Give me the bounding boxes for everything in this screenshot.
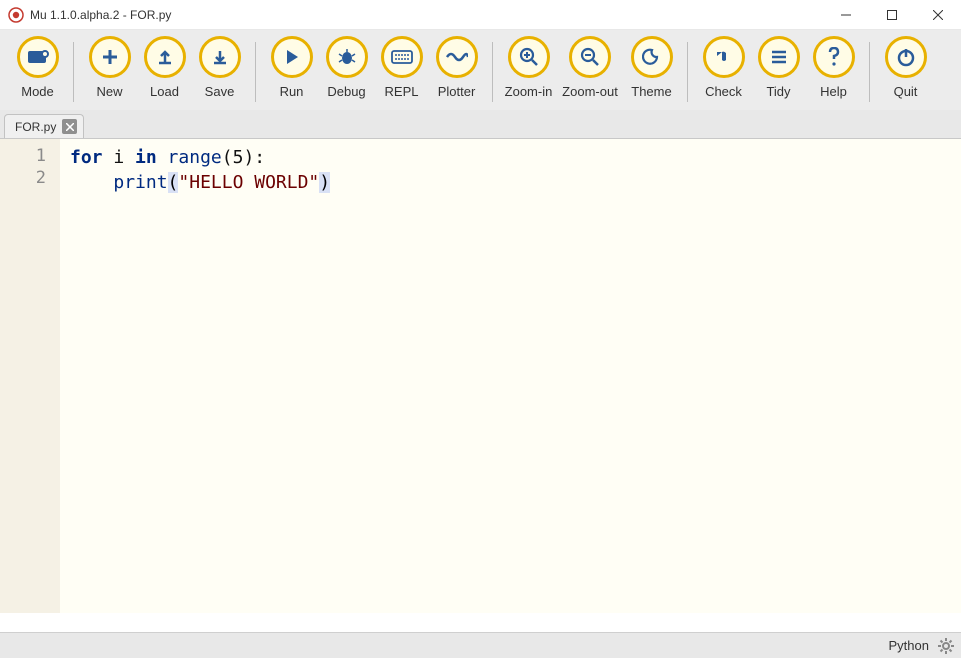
zoom-in-button[interactable]: Zoom-in [501, 36, 556, 99]
code-line: print("HELLO WORLD") [70, 170, 961, 195]
app-icon [8, 7, 24, 23]
plotter-button[interactable]: Plotter [429, 36, 484, 99]
theme-button[interactable]: Theme [624, 36, 679, 99]
file-tab[interactable]: FOR.py [4, 114, 84, 138]
line-number: 1 [0, 145, 60, 167]
settings-gear-icon[interactable] [937, 637, 955, 655]
titlebar: Mu 1.1.0.alpha.2 - FOR.py [0, 0, 961, 30]
tab-bar: FOR.py [0, 110, 961, 138]
maximize-button[interactable] [869, 0, 915, 30]
toolbar-divider [687, 42, 688, 102]
toolbar-divider [869, 42, 870, 102]
help-button[interactable]: Help [806, 36, 861, 99]
line-gutter: 1 2 [0, 139, 60, 613]
toolbar-divider [255, 42, 256, 102]
save-button[interactable]: Save [192, 36, 247, 99]
status-mode: Python [889, 638, 929, 653]
toolbar: Mode New Load Save Run Debug REPL Plotte… [0, 30, 961, 110]
zoom-out-button[interactable]: Zoom-out [556, 36, 624, 99]
minimize-button[interactable] [823, 0, 869, 30]
status-bar: Python [0, 632, 961, 658]
code-line: for i in range(5): [70, 145, 961, 170]
new-button[interactable]: New [82, 36, 137, 99]
close-button[interactable] [915, 0, 961, 30]
tab-label: FOR.py [15, 120, 56, 134]
tidy-button[interactable]: Tidy [751, 36, 806, 99]
load-button[interactable]: Load [137, 36, 192, 99]
mode-button[interactable]: Mode [10, 36, 65, 99]
quit-button[interactable]: Quit [878, 36, 933, 99]
toolbar-divider [73, 42, 74, 102]
window-title: Mu 1.1.0.alpha.2 - FOR.py [30, 8, 823, 22]
toolbar-divider [492, 42, 493, 102]
line-number: 2 [0, 167, 60, 189]
check-button[interactable]: Check [696, 36, 751, 99]
tab-close-icon[interactable] [62, 119, 77, 134]
debug-button[interactable]: Debug [319, 36, 374, 99]
code-area[interactable]: for i in range(5): print("HELLO WORLD") [60, 139, 961, 613]
run-button[interactable]: Run [264, 36, 319, 99]
code-editor[interactable]: 1 2 for i in range(5): print("HELLO WORL… [0, 138, 961, 613]
repl-button[interactable]: REPL [374, 36, 429, 99]
